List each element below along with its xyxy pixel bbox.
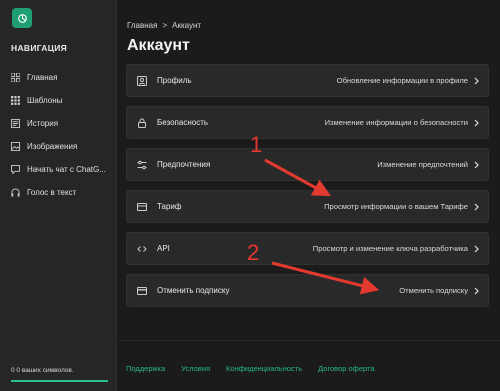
grid-icon — [10, 73, 20, 83]
page-title: Аккаунт — [127, 37, 190, 54]
card-description: Изменение предпочтений — [377, 160, 468, 169]
chevron-right-icon — [474, 161, 480, 169]
card-icon — [136, 285, 147, 296]
footer-link-offer[interactable]: Договор оферта — [318, 364, 374, 373]
chevron-right-icon — [474, 119, 480, 127]
chevron-right-icon — [474, 245, 480, 253]
tariff-icon — [136, 201, 147, 212]
breadcrumb-home[interactable]: Главная — [127, 21, 157, 30]
logo-icon[interactable] — [12, 8, 32, 28]
lock-icon — [136, 117, 147, 128]
main-content: Главная > Аккаунт Аккаунт Профиль Обновл… — [118, 0, 500, 391]
card-label: API — [157, 244, 170, 253]
settings-card-profile[interactable]: Профиль Обновление информации в профиле — [126, 64, 489, 97]
symbols-progress-fill — [11, 380, 108, 382]
sidebar-item-templates[interactable]: Шаблоны — [10, 89, 114, 112]
sliders-icon — [136, 159, 147, 170]
nav-list: Главная Шаблоны История Изображения Нача… — [10, 66, 114, 204]
card-label: Профиль — [157, 76, 192, 85]
breadcrumb-separator: > — [162, 21, 168, 30]
sidebar-item-home[interactable]: Главная — [10, 66, 114, 89]
sidebar-item-chat[interactable]: Начать чат с ChatG... — [10, 158, 114, 181]
card-description: Просмотр и изменение ключа разработчика — [312, 244, 468, 253]
headphones-icon — [10, 188, 20, 198]
sidebar-item-label: История — [27, 119, 59, 128]
templates-icon — [10, 96, 20, 106]
footer-link-support[interactable]: Поддержка — [126, 364, 165, 373]
sidebar-item-images[interactable]: Изображения — [10, 135, 114, 158]
card-label: Тариф — [157, 202, 182, 211]
settings-card-preferences[interactable]: Предпочтения Изменение предпочтений — [126, 148, 489, 181]
card-description: Просмотр информации о вашем Тарифе — [324, 202, 468, 211]
sidebar: НАВИГАЦИЯ Главная Шаблоны История Изобра… — [0, 0, 117, 391]
sidebar-item-history[interactable]: История — [10, 112, 114, 135]
sidebar-footer: 0 0 ваших символов. — [0, 361, 117, 391]
footer-divider — [118, 340, 500, 341]
settings-card-api[interactable]: API Просмотр и изменение ключа разработч… — [126, 232, 489, 265]
sidebar-item-label: Шаблоны — [27, 96, 63, 105]
settings-list: Профиль Обновление информации в профиле … — [126, 64, 489, 316]
chat-icon — [10, 165, 20, 175]
card-description: Обновление информации в профиле — [336, 76, 468, 85]
sidebar-item-label: Главная — [27, 73, 58, 82]
footer-link-privacy[interactable]: Конфиденциальность — [226, 364, 302, 373]
sidebar-item-label: Голос в текст — [27, 188, 77, 197]
history-icon — [10, 119, 20, 129]
settings-card-tariff[interactable]: Тариф Просмотр информации о вашем Тарифе — [126, 190, 489, 223]
nav-heading: НАВИГАЦИЯ — [11, 43, 68, 53]
symbols-counter: 0 0 ваших символов. — [11, 367, 74, 374]
footer-links: Поддержка Условия Конфиденциальность Дог… — [126, 364, 375, 373]
sidebar-item-label: Начать чат с ChatG... — [27, 165, 106, 174]
chevron-right-icon — [474, 203, 480, 211]
settings-card-cancel-subscription[interactable]: Отменить подписку Отменить подписку — [126, 274, 489, 307]
chevron-right-icon — [474, 287, 480, 295]
settings-card-security[interactable]: Безопасность Изменение информации о безо… — [126, 106, 489, 139]
card-label: Отменить подписку — [157, 286, 230, 295]
image-icon — [10, 142, 20, 152]
sidebar-item-label: Изображения — [27, 142, 78, 151]
chevron-right-icon — [474, 77, 480, 85]
user-icon — [136, 75, 147, 86]
symbols-progress-bar — [11, 380, 108, 382]
card-description: Отменить подписку — [399, 286, 468, 295]
card-description: Изменение информации о безопасности — [324, 118, 468, 127]
sidebar-item-voice[interactable]: Голос в текст — [10, 181, 114, 204]
card-label: Предпочтения — [157, 160, 211, 169]
footer-link-terms[interactable]: Условия — [181, 364, 210, 373]
breadcrumb: Главная > Аккаунт — [127, 21, 201, 30]
code-icon — [136, 243, 147, 254]
card-label: Безопасность — [157, 118, 209, 127]
breadcrumb-current: Аккаунт — [172, 21, 202, 30]
